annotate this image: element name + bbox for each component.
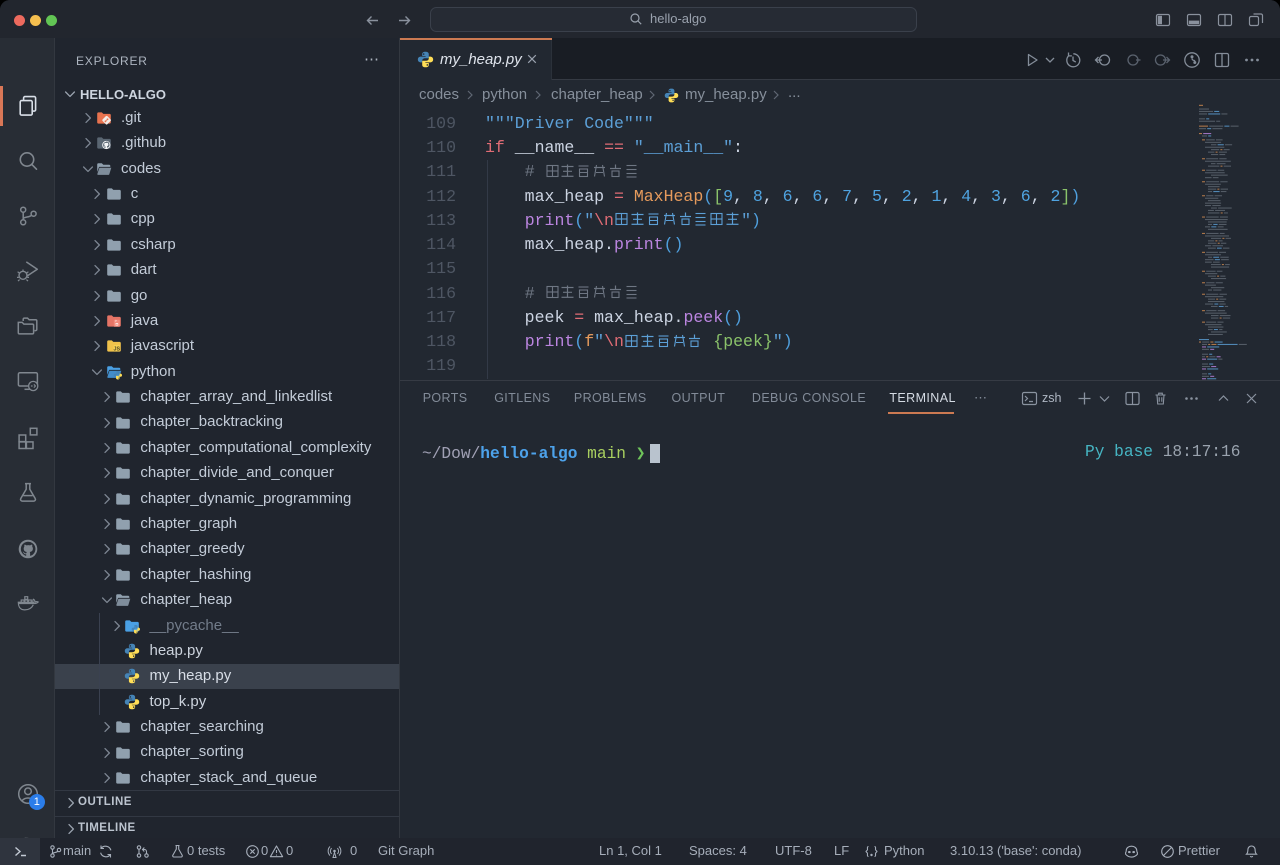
svg-text:JS: JS [113, 347, 120, 353]
